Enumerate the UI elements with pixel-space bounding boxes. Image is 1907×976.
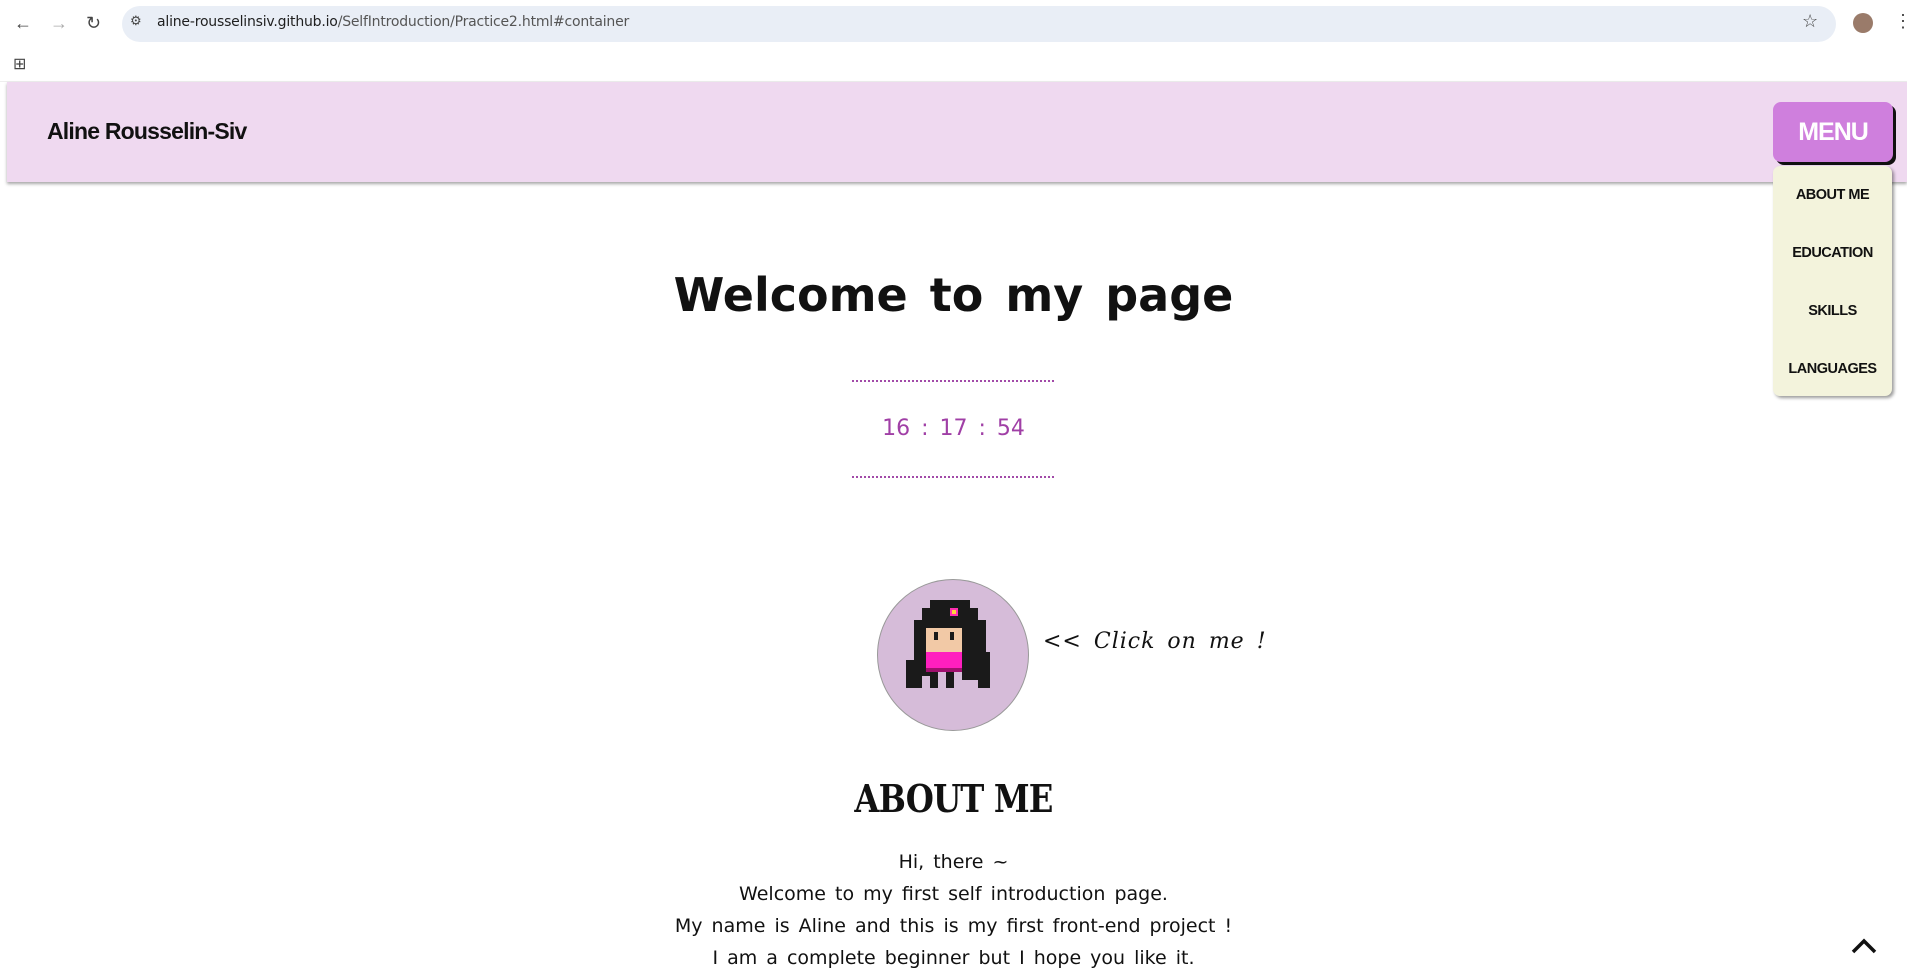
profile-avatar[interactable] [1853, 13, 1873, 33]
url-text[interactable]: aline-rousselinsiv.github.io/SelfIntrodu… [157, 14, 629, 30]
menu-item-about-me[interactable]: ABOUT ME [1773, 187, 1892, 203]
menu-button[interactable]: MENU [1773, 102, 1893, 162]
site-header: Aline Rousselin-Siv [7, 82, 1907, 182]
url-host: aline-rousselinsiv.github.io [157, 14, 338, 30]
avatar-button[interactable] [877, 579, 1029, 731]
about-line: I am a complete beginner but I hope you … [712, 947, 1195, 969]
about-line: My name is Aline and this is my first fr… [674, 915, 1233, 937]
menu-item-education[interactable]: EDUCATION [1773, 245, 1892, 261]
apps-grid-icon[interactable]: ⊞ [13, 54, 26, 74]
url-path: /SelfIntroduction/Practice2.html#contain… [337, 14, 630, 30]
site-settings-icon[interactable]: ⚙ [130, 13, 142, 29]
site-brand[interactable]: Aline Rousselin-Siv [47, 118, 247, 145]
clock: 16 : 17 : 54 [882, 416, 1025, 441]
page-title: Welcome to my page [673, 268, 1234, 322]
scroll-to-top-button[interactable] [1850, 932, 1878, 960]
menu-item-languages[interactable]: LANGUAGES [1773, 361, 1892, 377]
kebab-menu-icon[interactable]: ⋮ [1894, 11, 1907, 32]
divider-top [852, 380, 1054, 382]
divider-bottom [852, 476, 1054, 478]
section-title-about-me: ABOUT ME [854, 776, 1053, 821]
chevron-up-icon [1851, 938, 1877, 954]
pixel-girl-avatar [906, 600, 990, 688]
browser-toolbar: ← → ↻ ⚙ aline-rousselinsiv.github.io/Sel… [0, 0, 1907, 48]
about-line: Hi, there ~ [898, 851, 1009, 873]
bookmark-star-icon[interactable]: ☆ [1802, 11, 1818, 32]
reload-icon[interactable]: ↻ [86, 13, 101, 34]
forward-icon[interactable]: → [50, 13, 68, 34]
back-icon[interactable]: ← [14, 13, 32, 34]
avatar-hint: << Click on me ! [1043, 629, 1267, 654]
about-line: Welcome to my first self introduction pa… [739, 883, 1168, 905]
bookmarks-bar: ⊞ [0, 48, 1907, 82]
